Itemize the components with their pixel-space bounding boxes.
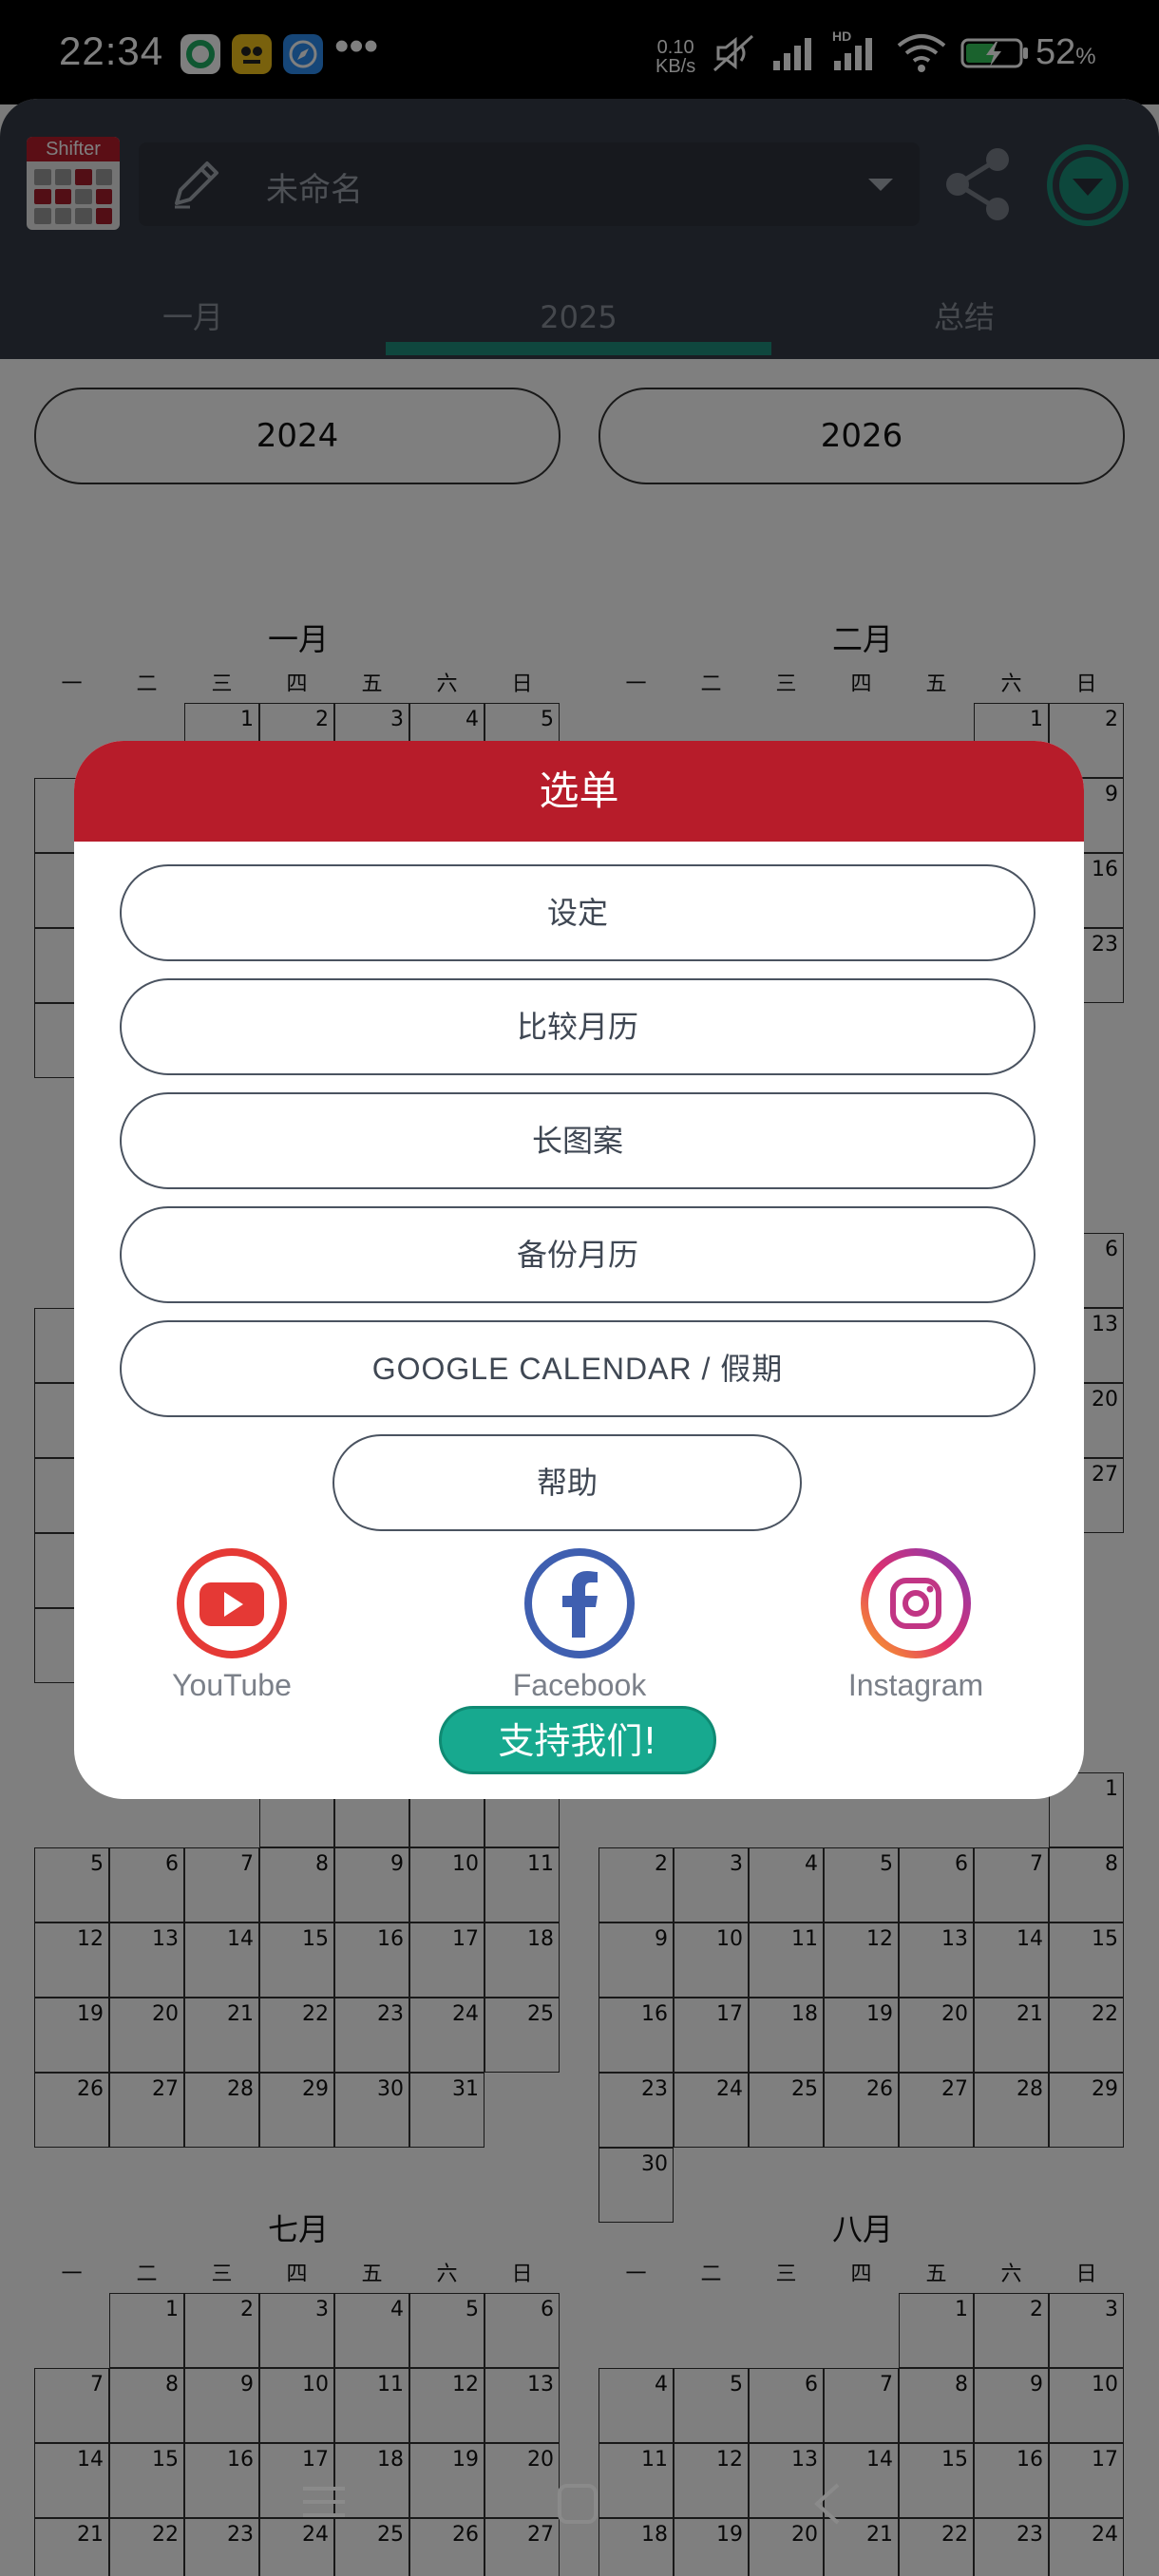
facebook-label: Facebook: [512, 1668, 647, 1702]
system-nav-bar: [0, 2424, 1159, 2576]
support-us-button[interactable]: 支持我们!: [439, 1706, 716, 1774]
compare-calendars-button[interactable]: 比较月历: [120, 978, 1036, 1075]
facebook-icon[interactable]: [522, 1546, 636, 1660]
youtube-label: YouTube: [172, 1668, 292, 1702]
long-image-button[interactable]: 长图案: [120, 1092, 1036, 1189]
youtube-link[interactable]: YouTube: [146, 1546, 317, 1703]
back-icon[interactable]: [809, 2481, 847, 2530]
menu-title: 选单: [74, 741, 1084, 842]
instagram-link[interactable]: Instagram: [830, 1546, 1001, 1703]
home-icon[interactable]: [555, 2481, 600, 2530]
instagram-label: Instagram: [847, 1668, 984, 1702]
instagram-icon[interactable]: [859, 1546, 973, 1660]
menu-icon[interactable]: [300, 2481, 348, 2527]
youtube-icon[interactable]: [175, 1546, 289, 1660]
backup-calendar-button[interactable]: 备份月历: [120, 1206, 1036, 1303]
google-calendar-holidays-button[interactable]: GOOGLE CALENDAR / 假期: [120, 1320, 1036, 1417]
help-button[interactable]: 帮助: [332, 1434, 802, 1531]
menu-dialog: 选单 设定 比较月历 长图案 备份月历 GOOGLE CALENDAR / 假期…: [74, 741, 1084, 1799]
settings-button[interactable]: 设定: [120, 864, 1036, 961]
facebook-link[interactable]: Facebook: [494, 1546, 665, 1703]
